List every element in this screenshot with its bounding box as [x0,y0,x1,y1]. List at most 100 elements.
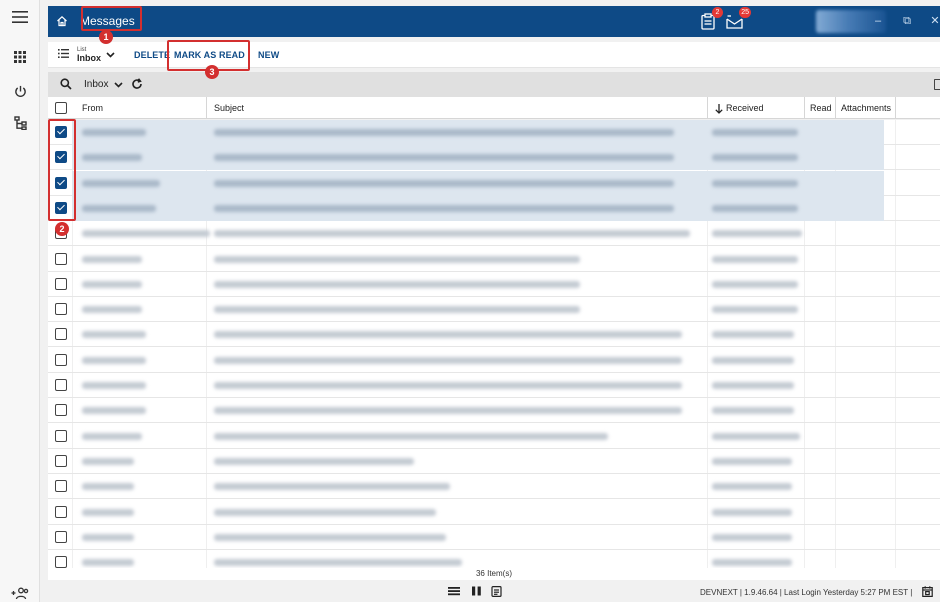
row-checkbox[interactable] [55,151,67,164]
column-subject[interactable]: Subject [214,97,244,119]
received-cell-redacted [712,356,794,364]
table-row[interactable] [48,322,940,348]
refresh-icon[interactable] [131,78,143,93]
delete-button[interactable]: DELETE [134,49,170,61]
subject-cell-redacted [214,457,414,465]
view-selector[interactable]: List Inbox [77,46,101,63]
row-checkbox[interactable] [55,353,67,366]
power-icon[interactable] [0,76,40,106]
view-selector-value: Inbox [77,53,101,63]
subject-cell-redacted [214,356,682,364]
table-row[interactable] [48,474,940,500]
column-divider[interactable] [804,97,805,119]
column-divider[interactable] [707,97,708,119]
columns-layout-icon[interactable] [471,586,482,599]
home-icon[interactable] [54,13,70,29]
messages-app: Messages 2 25 – ⧉ ✕ List Inbox DELETE MA… [0,0,940,602]
row-checkbox[interactable] [55,480,67,493]
subject-cell-redacted [214,483,450,491]
table-row[interactable] [48,247,940,272]
row-checkbox[interactable] [55,303,67,316]
notifications-button[interactable]: 2 [697,7,723,32]
step-marker-3: 3 [205,65,219,79]
column-received[interactable]: Received [726,97,764,119]
table-row[interactable] [48,195,940,221]
column-divider[interactable] [895,97,896,119]
row-checkbox[interactable] [55,328,67,341]
table-row[interactable] [48,500,940,525]
inbox-tray-button[interactable]: 25 [723,7,751,32]
table-row[interactable] [48,170,940,196]
status-bar: DEVNEXT | 1.9.46.64 | Last Login Yesterd… [48,582,940,602]
table-row[interactable] [48,145,940,171]
row-checkbox[interactable] [55,176,67,189]
chevron-down-icon[interactable] [106,50,115,61]
folder-chevron-down-icon[interactable] [114,80,123,91]
received-cell-redacted [712,457,792,465]
minimize-button[interactable]: – [871,14,885,28]
tree-structure-icon[interactable] [0,108,40,138]
table-row[interactable] [48,348,940,373]
column-from[interactable]: From [82,97,103,119]
panel-toggle-icon[interactable] [934,79,940,90]
left-rail [0,0,40,602]
sort-descending-icon [715,97,723,119]
row-checkbox[interactable] [55,454,67,467]
step-marker-1: 1 [99,30,113,44]
close-button[interactable]: ✕ [928,14,940,28]
table-row[interactable] [48,221,940,247]
document-layout-icon[interactable] [491,586,502,600]
add-users-icon[interactable] [0,578,40,602]
table-row[interactable] [48,373,940,398]
table-row[interactable] [48,398,940,424]
table-row[interactable] [48,525,940,550]
received-cell-redacted [712,306,798,314]
restore-button[interactable]: ⧉ [900,14,914,28]
row-checkbox[interactable] [55,126,67,138]
row-checkbox[interactable] [55,429,67,442]
row-checkbox[interactable] [55,252,67,265]
column-divider[interactable] [206,97,207,119]
row-checkbox[interactable] [55,277,67,290]
from-cell-redacted [82,483,134,491]
message-list [48,120,940,568]
subject-cell-redacted [214,407,682,415]
table-row[interactable] [48,550,940,568]
table-row[interactable] [48,424,940,449]
received-cell-redacted [712,331,794,339]
column-divider[interactable] [835,97,836,119]
row-checkbox[interactable] [55,201,67,214]
apps-grid-icon[interactable] [0,42,40,72]
subject-cell-redacted [214,306,580,314]
row-checkbox[interactable] [55,404,67,417]
row-checkbox[interactable] [55,530,67,543]
table-row[interactable] [48,297,940,323]
table-row[interactable] [48,272,940,297]
from-cell-redacted [82,204,156,212]
table-row[interactable] [48,449,940,474]
folder-dropdown[interactable]: Inbox [84,79,108,91]
list-layout-icon[interactable] [448,586,460,599]
calendar-icon[interactable] [922,586,933,600]
mark-as-read-button[interactable]: MARK AS READ [174,49,245,61]
from-cell-redacted [82,457,134,465]
column-read[interactable]: Read [810,97,832,119]
table-row[interactable] [48,120,940,145]
subject-cell-redacted [214,533,446,541]
subject-cell-redacted [214,382,682,389]
hamburger-menu-icon[interactable] [0,2,40,32]
new-button[interactable]: NEW [258,49,279,61]
subject-cell-redacted [214,280,580,288]
select-all-checkbox[interactable] [55,102,67,114]
row-checkbox[interactable] [55,379,67,391]
column-attachments[interactable]: Attachments [841,97,891,119]
subject-cell-redacted [214,331,682,339]
received-cell-redacted [712,280,798,288]
row-checkbox[interactable] [55,556,67,568]
subject-cell-redacted [214,508,436,516]
from-cell-redacted [82,559,134,567]
search-icon[interactable] [60,78,72,93]
subject-cell-redacted [214,559,462,567]
list-view-icon[interactable] [58,49,69,61]
row-checkbox[interactable] [55,505,67,518]
